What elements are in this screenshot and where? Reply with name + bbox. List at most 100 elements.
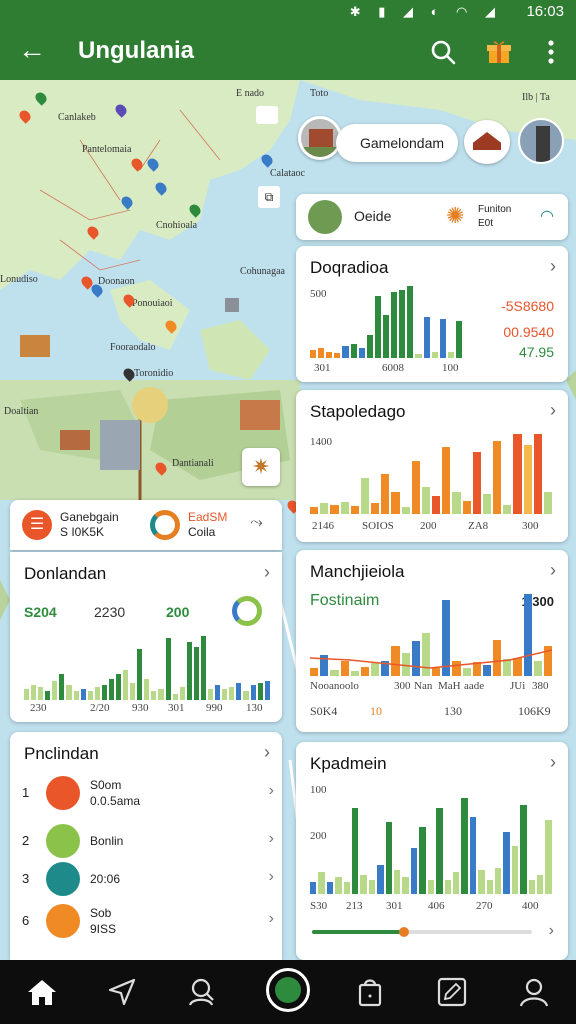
bar-chart [24, 636, 270, 700]
compass-icon[interactable]: ✷ [242, 448, 280, 486]
chart-bar [385, 822, 393, 894]
chevron-right-icon[interactable]: › [550, 560, 556, 581]
chevron-right-icon[interactable]: › [549, 922, 554, 940]
chevron-right-icon[interactable]: › [550, 752, 556, 773]
shopping-bag-icon[interactable] [352, 974, 388, 1010]
x-axis-label: 930 [132, 702, 149, 714]
map-label: Doonaon [98, 276, 135, 287]
stat-card[interactable]: Stapoledago › 1400 2146 SOIOS 200 ZA8 30… [296, 390, 568, 542]
menu-icon: ☰ [22, 510, 52, 540]
chevron-right-icon[interactable]: › [264, 562, 270, 583]
back-arrow-icon[interactable]: ← [18, 34, 46, 66]
share-icon[interactable]: ⤳ [250, 514, 263, 532]
chart-bar [427, 880, 435, 894]
stat-value: 200 [166, 604, 190, 620]
chart-bar [381, 474, 390, 514]
summary-card[interactable]: ☰ Ganebgain S I0K5K EadSM Coila ⤳ [10, 500, 282, 550]
chevron-right-icon[interactable]: › [269, 830, 274, 848]
summary-chip: EadSM [188, 510, 228, 524]
chart-bar [137, 649, 143, 700]
map-label: Calataoc [270, 168, 305, 179]
info-card[interactable]: Oeide ✺ Funiton E0t ◠ [296, 194, 568, 240]
footer-value: S0K4 [310, 704, 338, 718]
rank-number: 6 [22, 913, 30, 928]
chevron-right-icon[interactable]: › [269, 782, 274, 800]
chart-bar [520, 805, 527, 894]
page-title: Ungulania [78, 37, 195, 64]
chart-bar [318, 348, 325, 358]
edit-icon[interactable] [434, 974, 470, 1010]
chart-bar [533, 434, 542, 514]
chart-bar [415, 354, 422, 358]
x-axis-label: 400 [522, 900, 539, 912]
map-photo-marker[interactable] [256, 106, 278, 124]
navigation-icon[interactable] [104, 974, 140, 1010]
stat-card[interactable]: Manchjieiola › Fostinaim 1.300 Nooanoolo… [296, 550, 568, 732]
bar-chart [310, 434, 553, 514]
chart-bar [407, 286, 414, 358]
chart-bar [358, 348, 365, 358]
chart-bar [493, 441, 502, 514]
chevron-right-icon[interactable]: › [550, 400, 556, 421]
x-axis-label: 270 [476, 900, 493, 912]
progress-knob[interactable] [399, 927, 410, 937]
list-item-title: Bonlin [90, 834, 124, 848]
chevron-right-icon[interactable]: › [264, 742, 270, 763]
place-label-pill[interactable]: Gamelondam [336, 124, 458, 162]
chart-bar [52, 681, 58, 700]
chart-bar [486, 880, 493, 894]
profile-icon[interactable] [516, 974, 552, 1010]
x-axis-label: 300 [522, 520, 539, 532]
chart-bar [144, 679, 150, 700]
place-photo[interactable] [518, 118, 564, 164]
chart-bar [45, 691, 51, 700]
chart-bar [326, 882, 334, 894]
chart-bar [377, 865, 384, 894]
chevron-right-icon[interactable]: › [550, 256, 556, 277]
chart-bar [229, 687, 235, 700]
map-label: Pantelomaia [82, 144, 132, 155]
chart-bar [545, 820, 552, 894]
chart-bar [442, 447, 451, 514]
list-item[interactable]: 1 S0om 0.0.5ama › [20, 774, 280, 814]
gift-icon[interactable] [484, 37, 514, 67]
x-axis-label: Nan [414, 680, 433, 692]
chart-bar [391, 492, 400, 514]
home-icon[interactable] [24, 974, 60, 1010]
chevron-right-icon[interactable]: › [269, 868, 274, 886]
footer-value: 106K9 [518, 704, 551, 718]
map-center-button[interactable] [266, 968, 310, 1012]
chart-bar [66, 685, 72, 700]
place-photo[interactable] [464, 120, 510, 164]
ranking-card[interactable]: Pnclindan › 1 S0om 0.0.5ama › 2 Bonlin ›… [10, 732, 282, 960]
x-axis-label: 301 [168, 702, 185, 714]
x-axis-label: JUi [510, 680, 526, 692]
stat-card[interactable]: Doqradioa › 500 301 6008 100 -5S8680 00.… [296, 246, 568, 382]
chart-bar [436, 808, 443, 894]
chart-bar [186, 642, 192, 700]
chat-icon[interactable]: ◠ [540, 206, 554, 226]
list-item[interactable]: 2 Bonlin › [20, 822, 280, 862]
chart-bar [444, 880, 451, 894]
summary-chip: Coila [188, 525, 216, 539]
list-item[interactable]: 3 20:06 › [20, 860, 280, 900]
map-label: Toto [310, 88, 329, 99]
chart-bar [80, 689, 86, 700]
list-item[interactable]: 6 Sob 9ISS › [20, 902, 280, 942]
search-person-icon[interactable] [184, 974, 220, 1010]
chart-bar [423, 317, 430, 358]
chart-bar [469, 817, 477, 894]
stat-value: -5S8680 [501, 298, 554, 314]
layers-icon[interactable]: ⧉ [258, 186, 280, 208]
app-bar: ← Ungulania [0, 24, 576, 80]
place-photo[interactable] [298, 116, 342, 160]
chart-bar [318, 872, 325, 894]
chart-bar [461, 798, 468, 894]
search-icon[interactable] [428, 37, 458, 67]
chart-bar [340, 502, 349, 514]
stat-card[interactable]: Kpadmein › 100 200 S30 213 301 406 270 4… [296, 742, 568, 960]
chevron-right-icon[interactable]: › [269, 910, 274, 928]
stat-card[interactable]: Donlandan › S204 2230 200 230 2/20 930 3… [10, 552, 282, 722]
map-label: Ponouiaoi [132, 298, 173, 309]
more-vert-icon[interactable] [536, 37, 566, 67]
